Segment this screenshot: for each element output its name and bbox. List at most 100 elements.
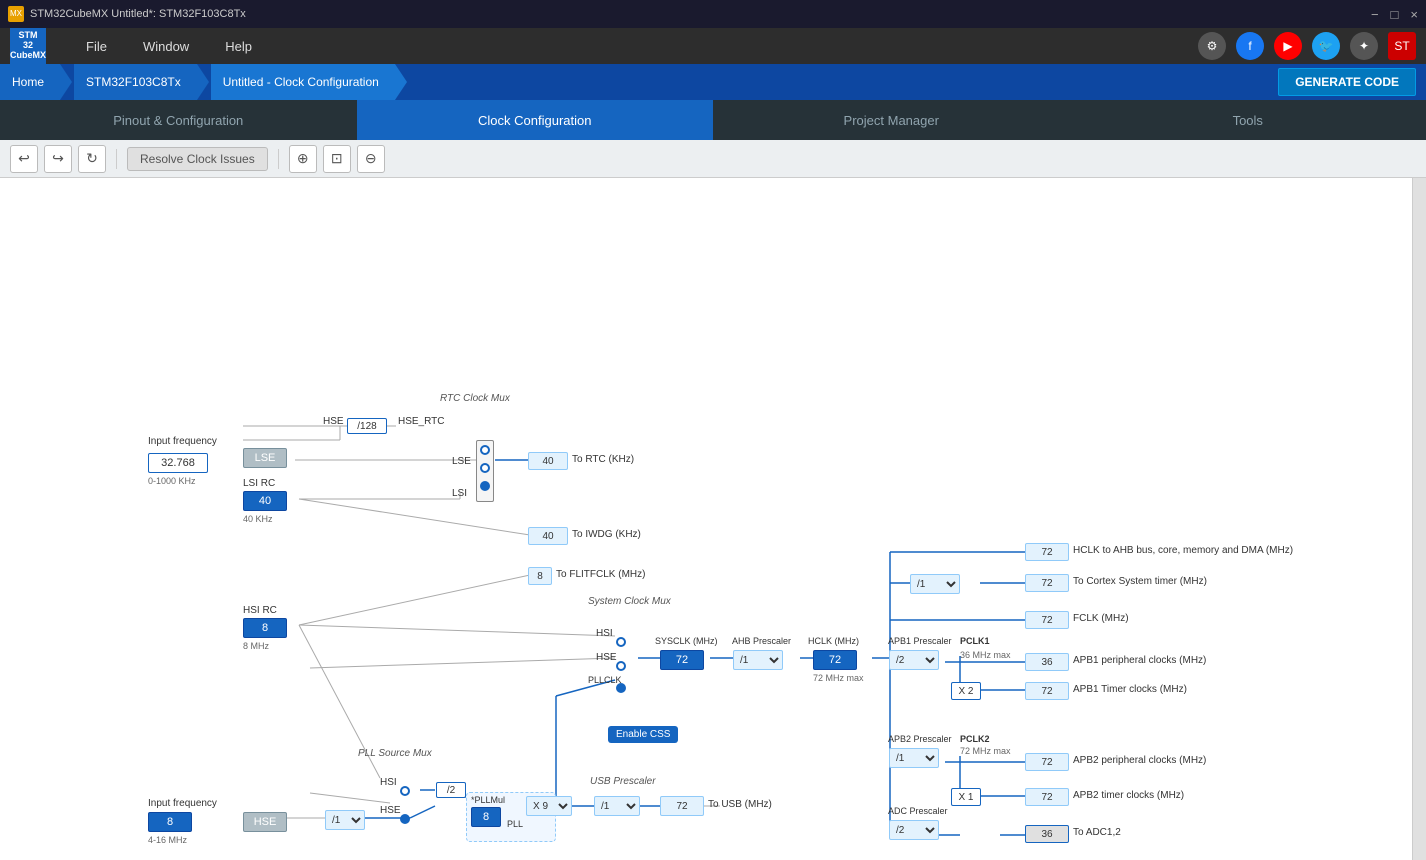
pll-mux-hse: HSE: [400, 803, 421, 824]
ahb-prescaler-select[interactable]: /1 /2: [733, 650, 783, 670]
apb1-prescaler-select[interactable]: /2 /1 /4: [889, 650, 939, 670]
adc-prescaler-label: ADC Prescaler: [888, 806, 948, 816]
sysclk-radio-hsi[interactable]: [616, 637, 626, 647]
close-button[interactable]: ×: [1410, 7, 1418, 22]
menu-file[interactable]: File: [70, 35, 123, 58]
st-logo[interactable]: ST: [1388, 32, 1416, 60]
sysclk-radio-pll[interactable]: [616, 683, 626, 693]
tab-project[interactable]: Project Manager: [713, 100, 1070, 140]
div128-box[interactable]: /128: [347, 418, 387, 434]
hclk-ahb-value[interactable]: 72: [1025, 543, 1069, 561]
div2-pll-box[interactable]: /2: [436, 782, 466, 798]
input-freq-1-label: Input frequency: [148, 436, 217, 447]
adc-output-value[interactable]: 36: [1025, 825, 1069, 843]
menu-window[interactable]: Window: [127, 35, 205, 58]
apb2-prescaler-select[interactable]: /1 /2: [889, 748, 939, 768]
to-flitf-value[interactable]: 8: [528, 567, 552, 585]
pll-mul-value[interactable]: 8: [471, 807, 501, 827]
pll-mul-select[interactable]: X 9 X 2: [526, 796, 572, 816]
adc-prescaler-select[interactable]: /2 /4: [889, 820, 939, 840]
twitter-icon[interactable]: 🐦: [1312, 32, 1340, 60]
fit-view-button[interactable]: ⊡: [323, 145, 351, 173]
sysclk-mux-hsi[interactable]: HSI: [616, 626, 633, 647]
apb2-timer-value[interactable]: 72: [1025, 788, 1069, 806]
pll-source-mux-label: PLL Source Mux: [358, 748, 432, 759]
generate-code-button[interactable]: GENERATE CODE: [1278, 68, 1416, 96]
connection-lines: [0, 178, 1426, 860]
hse-box[interactable]: HSE: [243, 812, 287, 832]
pll-mux-radio-hsi[interactable]: [400, 786, 410, 796]
adc-output-label: To ADC1,2: [1073, 827, 1121, 838]
hse-div-select[interactable]: /1: [325, 810, 365, 830]
to-flitf-label: To FLITFCLK (MHz): [556, 569, 645, 580]
cortex-timer-label: To Cortex System timer (MHz): [1073, 576, 1207, 587]
maximize-button[interactable]: □: [1391, 7, 1399, 22]
sysclk-radio-hse[interactable]: [616, 661, 626, 671]
hclk-ahb-label: HCLK to AHB bus, core, memory and DMA (M…: [1073, 545, 1293, 556]
pll-mux-radio-hse[interactable]: [400, 814, 410, 824]
pclk1-label: PCLK1: [960, 636, 990, 646]
fclk-label: FCLK (MHz): [1073, 613, 1129, 624]
sysclk-mux-hse[interactable]: HSE: [616, 650, 637, 671]
tab-pinout[interactable]: Pinout & Configuration: [0, 100, 357, 140]
youtube-icon[interactable]: ▶: [1274, 32, 1302, 60]
x2-multiplier: X 2: [951, 682, 981, 700]
redo-button[interactable]: ↪: [44, 145, 72, 173]
toolbar-separator2: [278, 149, 279, 169]
cortex-timer-value[interactable]: 72: [1025, 574, 1069, 592]
menu-help[interactable]: Help: [209, 35, 268, 58]
facebook-icon[interactable]: f: [1236, 32, 1264, 60]
apb2-peripheral-value[interactable]: 72: [1025, 753, 1069, 771]
lsi-rc-freq: 40 KHz: [243, 514, 273, 524]
hsi-rc-value[interactable]: 8: [243, 618, 287, 638]
to-rtc-value[interactable]: 40: [528, 452, 568, 470]
rtc-mux-radio-lse[interactable]: [480, 463, 490, 473]
enable-css-button[interactable]: Enable CSS: [608, 726, 678, 743]
cortex-prescaler-select[interactable]: /1: [910, 574, 960, 594]
input-freq-2-value[interactable]: 8: [148, 812, 192, 832]
tab-clock[interactable]: Clock Configuration: [357, 100, 714, 140]
sysclk-value[interactable]: 72: [660, 650, 704, 670]
to-iwdg-value[interactable]: 40: [528, 527, 568, 545]
sysclk-label: SYSCLK (MHz): [655, 636, 718, 646]
sysclk-mux-pll[interactable]: PLLCLK: [616, 673, 650, 693]
scrollbar-right[interactable]: [1412, 178, 1426, 860]
to-rtc-label: To RTC (KHz): [572, 454, 634, 465]
x1-multiplier: X 1: [951, 788, 981, 806]
toolbar-separator: [116, 149, 117, 169]
tab-tools[interactable]: Tools: [1070, 100, 1426, 140]
zoom-in-button[interactable]: ⊕: [289, 145, 317, 173]
hclk-value[interactable]: 72: [813, 650, 857, 670]
refresh-button[interactable]: ↻: [78, 145, 106, 173]
minimize-button[interactable]: −: [1371, 7, 1379, 22]
community-icon[interactable]: ✦: [1350, 32, 1378, 60]
resolve-clock-button[interactable]: Resolve Clock Issues: [127, 147, 268, 171]
undo-button[interactable]: ↩: [10, 145, 38, 173]
rtc-mux-radio-hse[interactable]: [480, 445, 490, 455]
rtc-mux-radio-lsi[interactable]: [480, 481, 490, 491]
menu-bar: STM32CubeMX File Window Help ⚙ f ▶ 🐦 ✦ S…: [0, 28, 1426, 64]
breadcrumb-home[interactable]: Home: [0, 64, 60, 100]
apb1-peripheral-label: APB1 peripheral clocks (MHz): [1073, 655, 1206, 666]
hsi-rc-freq: 8 MHz: [243, 641, 269, 651]
lse-box[interactable]: LSE: [243, 448, 287, 468]
zoom-out-button[interactable]: ⊖: [357, 145, 385, 173]
toolbar: ↩ ↪ ↻ Resolve Clock Issues ⊕ ⊡ ⊖: [0, 140, 1426, 178]
ahb-prescaler-label: AHB Prescaler: [732, 636, 791, 646]
apb1-timer-value[interactable]: 72: [1025, 682, 1069, 700]
settings-icon[interactable]: ⚙: [1198, 32, 1226, 60]
apb1-peripheral-value[interactable]: 36: [1025, 653, 1069, 671]
usb-prescaler-select[interactable]: /1 /1.5: [594, 796, 640, 816]
usb-output-value[interactable]: 72: [660, 796, 704, 816]
input-freq-1-value[interactable]: 32.768: [148, 453, 208, 473]
lsi-rc-value[interactable]: 40: [243, 491, 287, 511]
breadcrumb-device[interactable]: STM32F103C8Tx: [74, 64, 197, 100]
pll-mux-hsi: HSI: [400, 775, 417, 796]
logo: STM32CubeMX: [10, 28, 46, 64]
usb-prescaler-label: USB Prescaler: [590, 776, 656, 787]
fclk-value[interactable]: 72: [1025, 611, 1069, 629]
pclk2-max: 72 MHz max: [960, 746, 1011, 756]
pll-mul-label: *PLLMul: [471, 795, 505, 805]
breadcrumb-project[interactable]: Untitled - Clock Configuration: [211, 64, 395, 100]
app-icon: MX: [8, 6, 24, 22]
